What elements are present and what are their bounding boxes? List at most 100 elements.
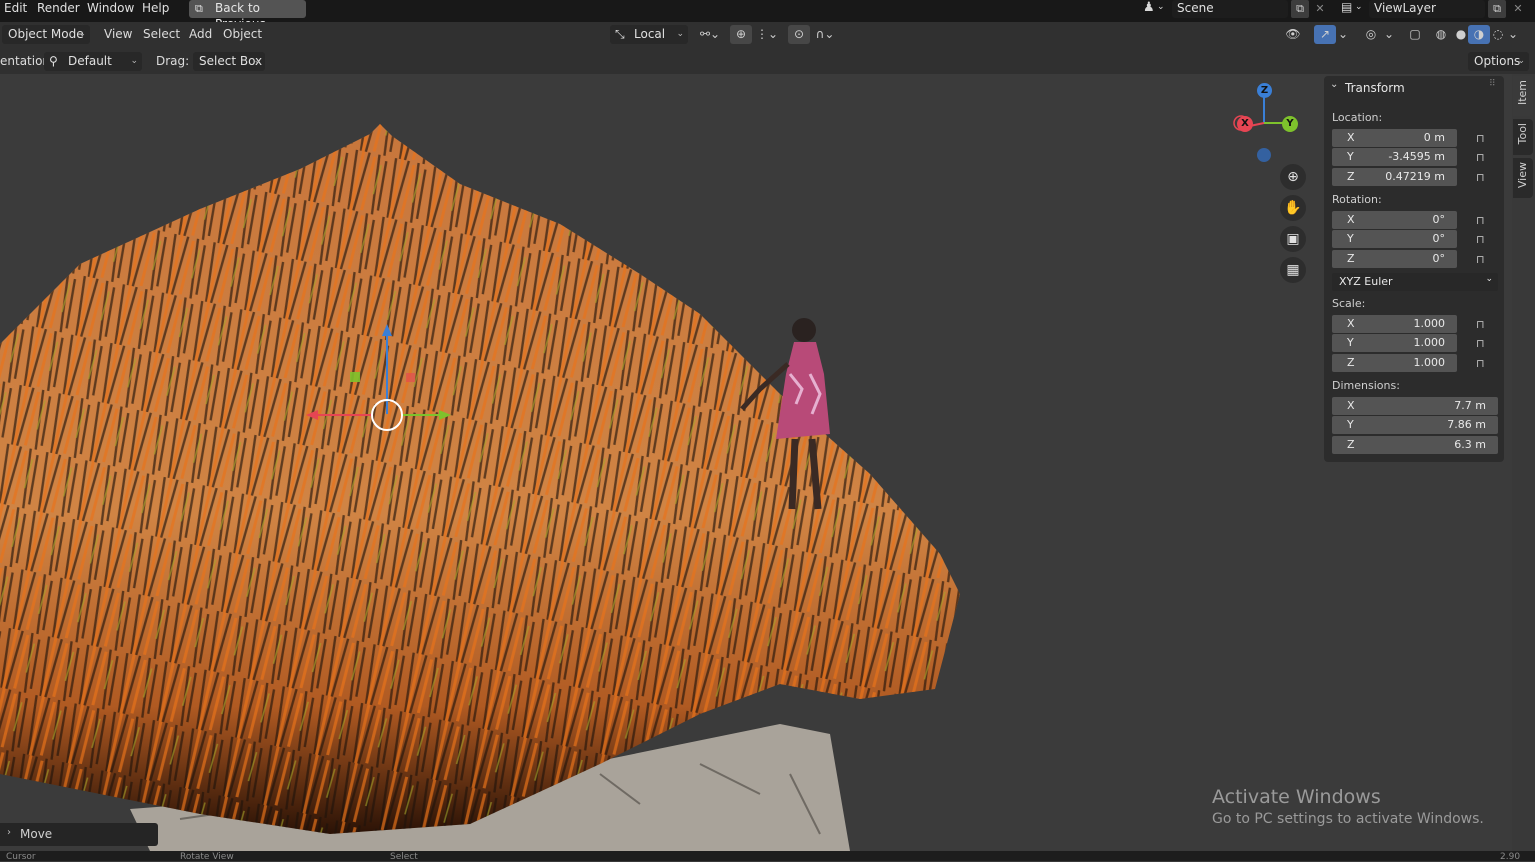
scale-x-field[interactable]: X 1.000 [1332,315,1457,333]
tab-item[interactable]: Item [1513,76,1533,116]
close-icon[interactable]: ✕ [1510,0,1526,18]
camera-icon[interactable]: ▣ [1280,226,1306,252]
menu-help[interactable]: Help [142,0,169,20]
rotation-y-field[interactable]: Y 0° [1332,230,1457,248]
gizmo-toggle-icon[interactable]: ↗ [1314,25,1336,44]
transform-panel: ⌄ Transform ⠿ Location: X0 m ⊓ Y -3.4595 … [1324,76,1504,462]
lock-icon[interactable]: ⊓ [1476,132,1490,146]
chevron-down-icon[interactable]: ⌄ [1382,25,1396,44]
axis-z-label[interactable]: Z [1257,83,1272,98]
transform-orientation-dropdown[interactable]: ⤡ Local ⌄ [610,25,688,44]
orientation-label: Local [634,27,666,41]
new-viewlayer-icon[interactable]: ⧉ [1488,0,1506,18]
chevron-down-icon: ⌄ [253,56,261,66]
status-item-cursor: Cursor [6,852,36,862]
scene-render [0,96,1289,851]
viewlayer-name-field[interactable]: ViewLayer [1369,0,1485,18]
proportional-edit-icon[interactable]: ⊙ [788,25,810,44]
orientation-dropdown[interactable]: ⚲ Default ⌄ [44,52,142,71]
activate-windows-subtitle: Go to PC settings to activate Windows. [1212,811,1484,827]
lock-icon[interactable]: ⊓ [1476,151,1490,165]
axis-x-label[interactable]: X [1237,116,1253,132]
3d-viewport[interactable]: Z X Y ⊕ ✋ ▣ ▦ Activate Windows Go to PC … [0,74,1512,851]
viewport-header: Object Mode ⌄ View Select Add Object ⤡ L… [0,22,1535,48]
menu-render[interactable]: Render [37,0,80,20]
new-scene-icon[interactable]: ⧉ [1291,0,1309,18]
tool-settings-bar: entation: ⚲ Default ⌄ Drag: Select Box ⌄… [0,48,1535,74]
lock-icon[interactable]: ⊓ [1476,337,1490,351]
wireframe-shading-icon[interactable]: ◍ [1430,25,1452,44]
chevron-down-icon: ⌄ [1485,274,1493,284]
menu-view[interactable]: View [104,25,132,43]
location-z-field[interactable]: Z 0.47219 m [1332,168,1457,186]
lock-icon[interactable]: ⊓ [1476,253,1490,267]
menu-add[interactable]: Add [189,25,212,43]
axis-y-label[interactable]: Y [1282,116,1298,132]
chevron-down-icon[interactable]: ⌄ [1506,25,1520,44]
status-bar: Cursor Rotate View Select 2.90 [0,851,1535,862]
chevron-down-icon: ⌄ [1517,56,1525,66]
rotation-mode-dropdown[interactable]: XYZ Euler ⌄ [1332,273,1498,291]
version-label: 2.90 [1500,852,1521,862]
back-icon: ⧉ [195,2,203,15]
dimensions-label: Dimensions: [1332,379,1400,392]
location-x-field[interactable]: X0 m [1332,129,1457,147]
snap-toggle-icon[interactable]: ⊕ [730,25,752,44]
scene-selector-button[interactable]: ♟ ⌄ [1140,0,1170,18]
rotation-x-field[interactable]: X 0° [1332,211,1457,229]
dimensions-z-field[interactable]: Z 6.3 m [1332,436,1498,454]
activate-windows-title: Activate Windows [1212,786,1381,808]
lock-icon[interactable]: ⊓ [1476,214,1490,228]
snap-target-icon[interactable]: ⋮⌄ [752,25,782,44]
chevron-down-icon: ⌄ [78,29,86,39]
transform-panel-title: Transform [1345,81,1405,95]
drag-handle-icon[interactable]: ⠿ [1489,79,1496,89]
pan-hand-icon[interactable]: ✋ [1280,195,1306,221]
drag-dropdown[interactable]: Select Box ⌄ [193,52,265,71]
orientation-axes-icon: ⚲ [49,54,58,68]
chevron-right-icon: › [7,827,11,838]
drag-label: Drag: [156,54,190,68]
close-icon[interactable]: ✕ [1312,0,1328,18]
lock-icon[interactable]: ⊓ [1476,318,1490,332]
chevron-down-icon: ⌄ [676,29,684,39]
menu-select[interactable]: Select [143,25,180,43]
viewlayer-name: ViewLayer [1374,1,1436,15]
dimensions-x-field[interactable]: X 7.7 m [1332,397,1498,415]
chevron-down-icon[interactable]: ⌄ [1336,25,1350,44]
last-operator-panel[interactable]: › Move [0,823,158,846]
falloff-icon[interactable]: ∩⌄ [810,25,840,44]
mode-dropdown[interactable]: Object Mode ⌄ [2,25,90,44]
xray-toggle-icon[interactable]: ▢ [1404,25,1426,44]
scene-name: Scene [1177,1,1214,15]
chevron-down-icon: ⌄ [1157,2,1165,12]
zoom-icon[interactable]: ⊕ [1280,164,1306,190]
menu-window[interactable]: Window [87,0,134,20]
chevron-down-icon: ⌄ [130,56,138,66]
location-label: Location: [1332,111,1383,124]
back-to-previous-button[interactable]: ⧉ Back to Previous [189,0,306,31]
options-dropdown[interactable]: Options ⌄ [1468,52,1529,71]
overlay-toggle-icon[interactable]: ◎ [1360,25,1382,44]
menu-object[interactable]: Object [223,25,262,43]
grid-perspective-icon[interactable]: ▦ [1280,257,1306,283]
location-y-field[interactable]: Y -3.4595 m [1332,148,1457,166]
orientation-icon: ⤡ [615,27,625,41]
scale-z-field[interactable]: Z 1.000 [1332,354,1457,372]
tab-view[interactable]: View [1513,158,1533,198]
viewlayer-selector-button[interactable]: ▤ ⌄ [1338,0,1368,18]
status-item-rotate-view: Rotate View [180,852,234,862]
options-label: Options [1474,54,1521,68]
lock-icon[interactable]: ⊓ [1476,233,1490,247]
tab-tool[interactable]: Tool [1513,119,1533,155]
lock-icon[interactable]: ⊓ [1476,171,1490,185]
rotation-z-field[interactable]: Z 0° [1332,250,1457,268]
lock-icon[interactable]: ⊓ [1476,357,1490,371]
visibility-eye-icon[interactable]: 👁 [1278,25,1308,44]
transform-panel-header[interactable]: ⌄ Transform ⠿ [1324,76,1504,98]
scale-y-field[interactable]: Y 1.000 [1332,334,1457,352]
menu-edit[interactable]: Edit [4,0,27,20]
pivot-point-icon[interactable]: ⚯⌄ [695,25,725,44]
dimensions-y-field[interactable]: Y 7.86 m [1332,416,1498,434]
scene-name-field[interactable]: Scene [1172,0,1288,18]
